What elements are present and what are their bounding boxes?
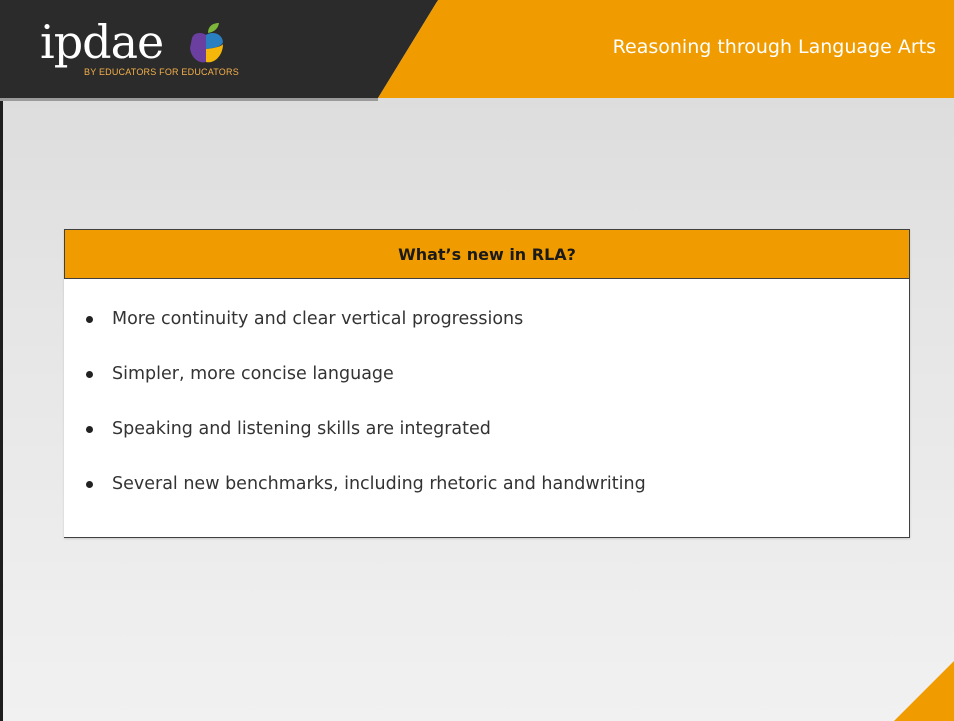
slide: ipdae BY EDUCATORS FOR EDUCATORS Reasoni… (0, 0, 954, 721)
logo-wordmark: ipdae (40, 15, 164, 69)
bullet-item: Speaking and listening skills are integr… (86, 414, 491, 444)
bullet-text: Simpler, more concise language (112, 364, 394, 384)
header-title: Reasoning through Language Arts (612, 36, 936, 58)
bullet-text: Speaking and listening skills are integr… (112, 419, 491, 439)
content-card: What’s new in RLA? More continuity and c… (64, 229, 910, 538)
bullet-text: More continuity and clear vertical progr… (112, 309, 524, 329)
bullet-dot-icon (86, 370, 93, 378)
bullet-item: Several new benchmarks, including rhetor… (86, 469, 646, 499)
bullet-dot-icon (86, 425, 93, 433)
bullet-dot-icon (86, 480, 93, 488)
card-header: What’s new in RLA? (64, 229, 910, 279)
card-body: More continuity and clear vertical progr… (64, 279, 910, 538)
corner-accent (894, 661, 954, 721)
bullet-text: Several new benchmarks, including rhetor… (112, 474, 646, 494)
ipdae-logo: ipdae BY EDUCATORS FOR EDUCATORS (40, 15, 270, 84)
bullet-item: Simpler, more concise language (86, 359, 394, 389)
apple-icon (190, 23, 223, 63)
bullet-item: More continuity and clear vertical progr… (86, 304, 523, 334)
logo-tagline: BY EDUCATORS FOR EDUCATORS (84, 67, 239, 77)
header-underline (0, 98, 378, 101)
card-heading: What’s new in RLA? (398, 244, 576, 264)
bullet-dot-icon (86, 315, 93, 323)
